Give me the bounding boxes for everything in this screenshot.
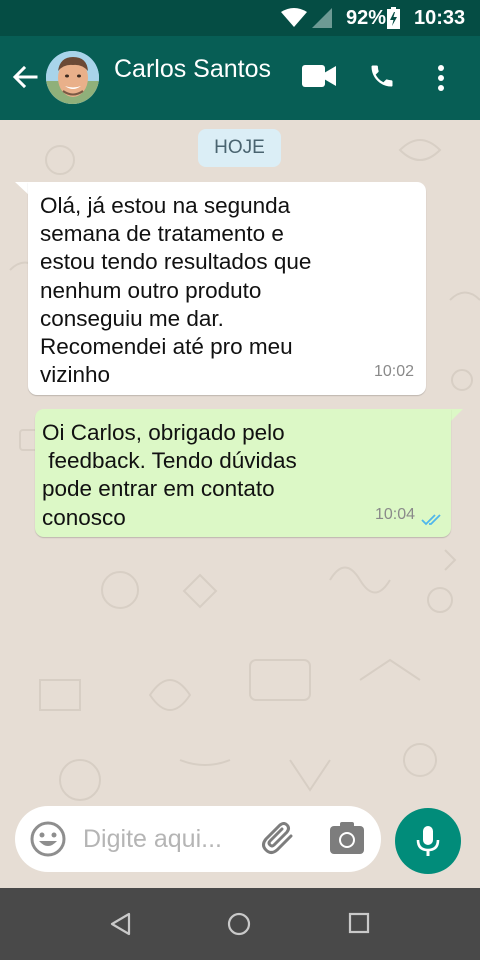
video-call-icon[interactable]	[302, 65, 336, 87]
signal-icon	[312, 8, 332, 28]
message-text: Oi Carlos, obrigado pelo feedback. Tendo…	[42, 420, 297, 530]
outgoing-message-bubble[interactable]: Oi Carlos, obrigado pelo feedback. Tendo…	[35, 409, 451, 537]
nav-recent-icon[interactable]	[348, 912, 370, 934]
android-navigation-bar	[0, 888, 480, 960]
more-options-icon[interactable]	[436, 64, 446, 92]
date-divider: HOJE	[198, 129, 281, 167]
message-time: 10:02	[373, 362, 414, 380]
mic-icon	[416, 826, 440, 856]
incoming-message-bubble[interactable]: Olá, já estou na segunda semana de trata…	[28, 182, 426, 395]
attach-icon[interactable]	[261, 822, 299, 856]
back-arrow-icon[interactable]	[12, 65, 38, 89]
status-bar: 92% 10:33	[0, 0, 480, 36]
voice-record-button[interactable]	[395, 808, 461, 874]
nav-back-icon[interactable]	[109, 912, 131, 936]
phone-icon[interactable]	[368, 62, 396, 90]
battery-percentage: 92%	[346, 7, 387, 29]
contact-name[interactable]: Carlos Santos	[114, 55, 271, 84]
message-time: 10:04	[374, 505, 415, 523]
chat-area[interactable]: HOJE Olá, já estou na segunda semana de …	[0, 120, 480, 888]
chat-header: Carlos Santos	[0, 36, 480, 120]
message-composer[interactable]: Digite aqui...	[15, 806, 381, 872]
contact-avatar[interactable]	[46, 51, 99, 104]
wifi-icon	[281, 8, 307, 27]
status-clock: 10:33	[414, 7, 466, 29]
camera-icon[interactable]	[330, 822, 364, 854]
nav-home-icon[interactable]	[227, 912, 251, 936]
outgoing-bubble-tail	[449, 409, 463, 423]
battery-icon	[387, 7, 400, 29]
avatar-photo	[46, 51, 99, 104]
emoji-icon[interactable]	[30, 821, 66, 857]
message-text: Olá, já estou na segunda semana de trata…	[40, 193, 312, 388]
double-check-icon	[421, 514, 441, 526]
message-input[interactable]: Digite aqui...	[83, 825, 222, 854]
